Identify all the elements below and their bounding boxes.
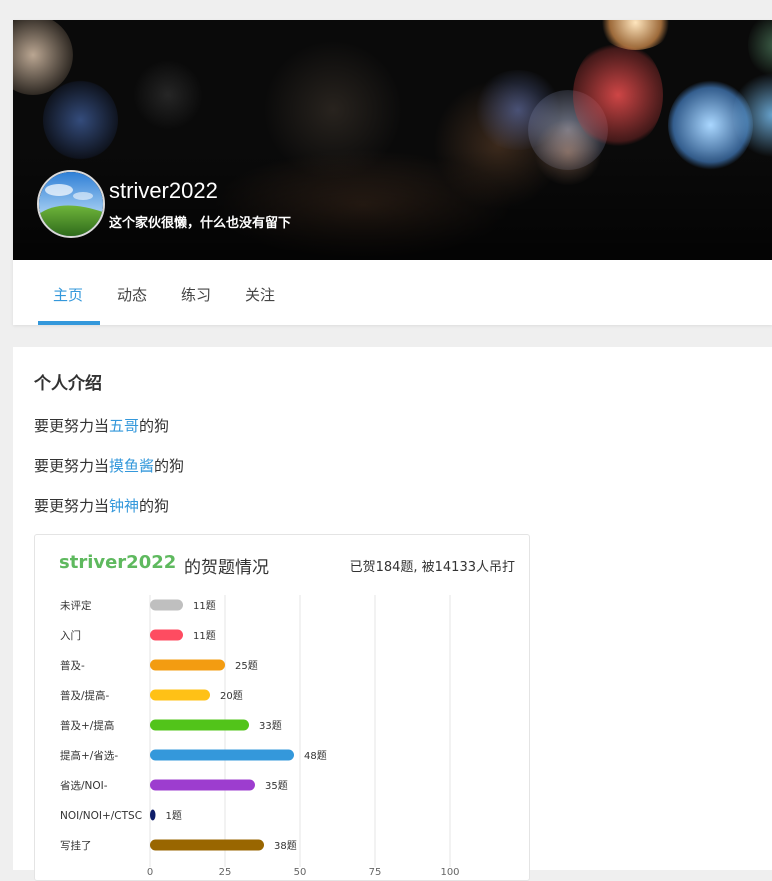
chart-value-label: 38题 xyxy=(274,840,297,852)
chart-value-label: 11题 xyxy=(193,630,216,642)
section-title: 个人介绍 xyxy=(34,374,102,394)
tab-practice[interactable]: 练习 xyxy=(181,284,211,305)
chart-category-label: 普及+/提高 xyxy=(60,719,114,732)
chart-value-label: 1题 xyxy=(166,810,182,822)
intro-line: 要更努力当五哥的狗 xyxy=(34,415,169,436)
tab-activity[interactable]: 动态 xyxy=(117,284,147,305)
chart-bar xyxy=(150,689,210,701)
stats-title: 的贺题情况 xyxy=(184,558,269,578)
chart-value-label: 25题 xyxy=(235,660,258,672)
intro-link[interactable]: 钟神 xyxy=(109,497,139,515)
chart-value-label: 35题 xyxy=(265,780,288,792)
chart-value-label: 11题 xyxy=(193,600,216,612)
chart-category-label: 入门 xyxy=(60,629,81,642)
avatar[interactable] xyxy=(37,170,105,238)
solved-stats-card: striver2022 的贺题情况 已贺184题, 被14133人吊打 0 25 5… xyxy=(34,534,530,881)
chart-category-label: 写挂了 xyxy=(60,839,92,852)
chart-x-tick-label: 75 xyxy=(369,867,382,878)
profile-bio: 这个家伙很懒，什么也没有留下 xyxy=(109,216,292,231)
chart-bar xyxy=(150,629,183,641)
chart-x-tick-label: 0 xyxy=(147,867,153,878)
chart-bar xyxy=(150,599,183,611)
intro-line: 要更努力当钟神的狗 xyxy=(34,495,169,516)
chart-category-label: 未评定 xyxy=(60,599,92,612)
chart-category-label: 普及/提高- xyxy=(60,689,110,702)
avatar-image xyxy=(39,172,103,236)
chart-bar xyxy=(150,719,249,731)
profile-card: striver2022 这个家伙很懒，什么也没有留下 主页 动态 练习 关注 xyxy=(13,20,772,325)
intro-text: 的狗 xyxy=(139,497,170,515)
chart-bar xyxy=(150,779,255,791)
profile-username: striver2022 xyxy=(109,178,218,203)
chart-value-label: 33题 xyxy=(259,720,282,732)
chart-x-tick-label: 50 xyxy=(294,867,307,878)
intro-text: 要更努力当 xyxy=(34,497,110,515)
active-tab-indicator xyxy=(38,321,100,325)
chart-bar xyxy=(150,839,264,851)
intro-text: 的狗 xyxy=(139,417,170,435)
intro-text: 要更努力当 xyxy=(34,457,110,475)
stats-summary: 已贺184题, 被14133人吊打 xyxy=(349,560,515,575)
chart-value-label: 48题 xyxy=(304,750,327,762)
chart-category-label: 提高+/省选- xyxy=(60,749,118,762)
intro-text: 要更努力当 xyxy=(34,417,110,435)
chart-bar xyxy=(150,809,156,821)
tab-home[interactable]: 主页 xyxy=(53,284,83,305)
chart-bar xyxy=(150,749,294,761)
chart-x-tick-label: 100 xyxy=(440,867,459,878)
chart-category-label: 普及- xyxy=(60,659,85,672)
chart-x-tick-label: 25 xyxy=(219,867,232,878)
intro-line: 要更努力当摸鱼酱的狗 xyxy=(34,455,184,476)
chart-bar xyxy=(150,659,225,671)
difficulty-bar-chart: 0 25 50 75 100未评定 11题入门 11题普及- 25题普及/提高- 20题普及+/… xyxy=(60,595,460,878)
profile-tabs: 主页 动态 练习 关注 xyxy=(13,260,772,325)
intro-link[interactable]: 摸鱼酱 xyxy=(109,457,154,475)
intro-link[interactable]: 五哥 xyxy=(109,417,139,435)
intro-card: 个人介绍 要更努力当五哥的狗 要更努力当摸鱼酱的狗 要更努力当钟神的狗 stri… xyxy=(13,347,772,881)
chart-category-label: 省选/NOI- xyxy=(60,779,108,792)
profile-banner: striver2022 这个家伙很懒，什么也没有留下 xyxy=(13,20,772,260)
stats-username[interactable]: striver2022 xyxy=(59,552,176,573)
chart-category-label: NOI/NOI+/CTSC xyxy=(60,810,142,822)
intro-text: 的狗 xyxy=(154,457,185,475)
tab-following[interactable]: 关注 xyxy=(245,284,275,305)
chart-value-label: 20题 xyxy=(220,690,243,702)
